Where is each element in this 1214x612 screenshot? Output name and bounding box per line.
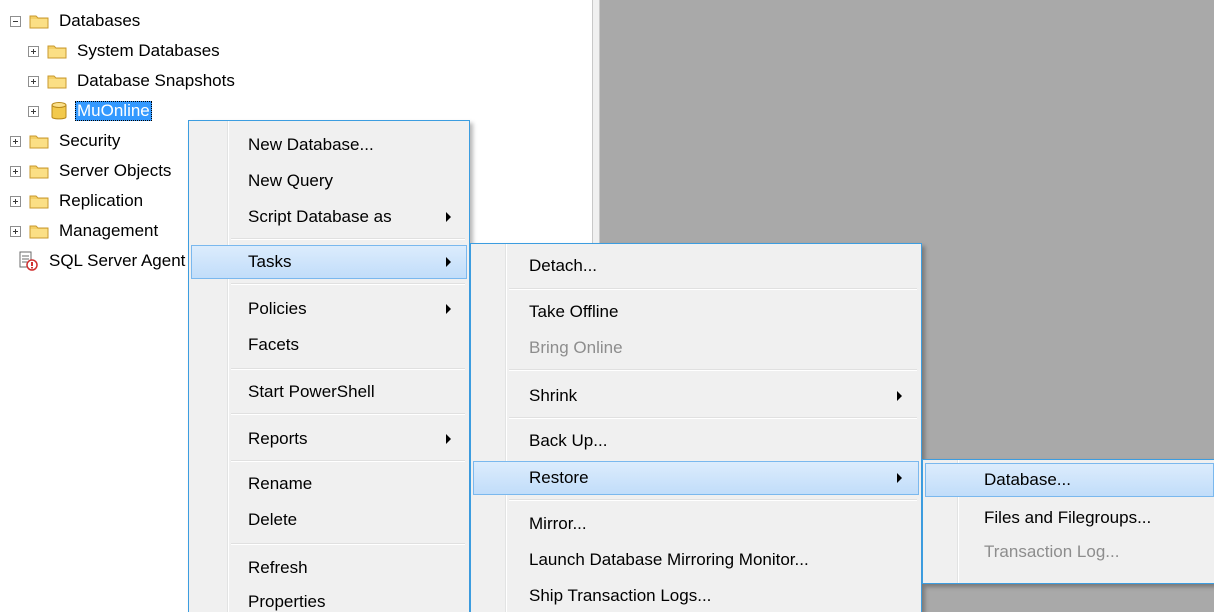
folder-icon bbox=[29, 165, 49, 179]
menu-item-take-offline[interactable]: Take Offline bbox=[473, 295, 919, 329]
tree-node-label: Replication bbox=[59, 191, 144, 210]
menu-item-back-up[interactable]: Back Up... bbox=[473, 424, 919, 458]
submenu-arrow-icon bbox=[446, 304, 451, 314]
collapse-icon[interactable] bbox=[10, 15, 21, 27]
menu-item-restore[interactable]: Restore bbox=[473, 461, 919, 495]
menu-separator bbox=[231, 238, 465, 240]
menu-separator bbox=[231, 460, 465, 462]
submenu-arrow-icon bbox=[897, 391, 902, 401]
database-context-menu: New Database... New Query Script Databas… bbox=[188, 120, 470, 612]
menu-item-shrink[interactable]: Shrink bbox=[473, 379, 919, 413]
tasks-submenu: Detach... Take Offline Bring Online Shri… bbox=[470, 243, 922, 612]
sql-server-agent-icon bbox=[19, 251, 38, 271]
submenu-arrow-icon bbox=[897, 473, 902, 483]
menu-item-new-database[interactable]: New Database... bbox=[191, 128, 467, 162]
menu-item-policies[interactable]: Policies bbox=[191, 292, 467, 326]
tree-node-databases[interactable]: Databases bbox=[10, 7, 142, 35]
menu-item-files-and-filegroups[interactable]: Files and Filegroups... bbox=[925, 501, 1214, 535]
tree-node-system-databases[interactable]: System Databases bbox=[28, 37, 222, 65]
menu-separator bbox=[509, 288, 917, 290]
menu-item-delete[interactable]: Delete bbox=[191, 503, 467, 537]
menu-separator bbox=[231, 283, 465, 285]
tree-node-label: Database Snapshots bbox=[77, 71, 235, 90]
menu-separator bbox=[509, 369, 917, 371]
menu-item-rename[interactable]: Rename bbox=[191, 467, 467, 501]
submenu-arrow-icon bbox=[446, 257, 451, 267]
tree-node-management[interactable]: Management bbox=[10, 217, 160, 245]
database-icon bbox=[51, 102, 67, 120]
expand-icon[interactable] bbox=[28, 45, 39, 57]
menu-item-tasks[interactable]: Tasks bbox=[191, 245, 467, 279]
tree-node-sql-server-agent[interactable]: SQL Server Agent bbox=[10, 247, 187, 275]
folder-icon bbox=[29, 195, 49, 209]
submenu-arrow-icon bbox=[446, 212, 451, 222]
menu-separator bbox=[231, 543, 465, 545]
menu-item-script-database-as[interactable]: Script Database as bbox=[191, 200, 467, 234]
tree-node-replication[interactable]: Replication bbox=[10, 187, 145, 215]
folder-icon bbox=[47, 75, 67, 89]
menu-item-properties[interactable]: Properties bbox=[191, 585, 467, 612]
tree-node-label: Databases bbox=[59, 11, 141, 30]
folder-icon bbox=[29, 15, 49, 29]
tree-node-label: MuOnline bbox=[75, 101, 152, 121]
expand-icon[interactable] bbox=[28, 75, 39, 87]
menu-item-transaction-log[interactable]: Transaction Log... bbox=[925, 535, 1214, 569]
menu-separator bbox=[231, 413, 465, 415]
tree-node-label: Server Objects bbox=[59, 161, 172, 180]
tree-node-muonline[interactable]: MuOnline bbox=[28, 97, 152, 125]
menu-item-reports[interactable]: Reports bbox=[191, 422, 467, 456]
menu-item-mirror[interactable]: Mirror... bbox=[473, 507, 919, 541]
menu-item-launch-database-mirroring-monitor[interactable]: Launch Database Mirroring Monitor... bbox=[473, 543, 919, 577]
menu-item-start-powershell[interactable]: Start PowerShell bbox=[191, 375, 467, 409]
folder-icon bbox=[29, 135, 49, 149]
folder-icon bbox=[47, 45, 67, 59]
tree-node-security[interactable]: Security bbox=[10, 127, 122, 155]
folder-icon bbox=[29, 225, 49, 239]
menu-separator bbox=[509, 499, 917, 501]
menu-item-detach[interactable]: Detach... bbox=[473, 249, 919, 283]
submenu-arrow-icon bbox=[446, 434, 451, 444]
menu-item-facets[interactable]: Facets bbox=[191, 328, 467, 362]
menu-item-refresh[interactable]: Refresh bbox=[191, 551, 467, 585]
tree-node-database-snapshots[interactable]: Database Snapshots bbox=[28, 67, 237, 95]
menu-item-new-query[interactable]: New Query bbox=[191, 164, 467, 198]
expand-icon[interactable] bbox=[10, 225, 21, 237]
restore-submenu: Database... Files and Filegroups... Tran… bbox=[922, 459, 1214, 584]
tree-node-label: Management bbox=[59, 221, 159, 240]
menu-item-bring-online[interactable]: Bring Online bbox=[473, 331, 919, 365]
menu-item-ship-transaction-logs[interactable]: Ship Transaction Logs... bbox=[473, 579, 919, 612]
menu-item-restore-database[interactable]: Database... bbox=[925, 463, 1214, 497]
expand-icon[interactable] bbox=[10, 135, 21, 147]
expand-icon[interactable] bbox=[28, 105, 39, 117]
tree-node-server-objects[interactable]: Server Objects bbox=[10, 157, 173, 185]
tree-node-label: SQL Server Agent bbox=[49, 251, 186, 270]
menu-separator bbox=[231, 368, 465, 370]
menu-separator bbox=[509, 417, 917, 419]
tree-node-label: System Databases bbox=[77, 41, 220, 60]
expand-icon[interactable] bbox=[10, 195, 21, 207]
expand-icon[interactable] bbox=[10, 165, 21, 177]
tree-node-label: Security bbox=[59, 131, 121, 150]
